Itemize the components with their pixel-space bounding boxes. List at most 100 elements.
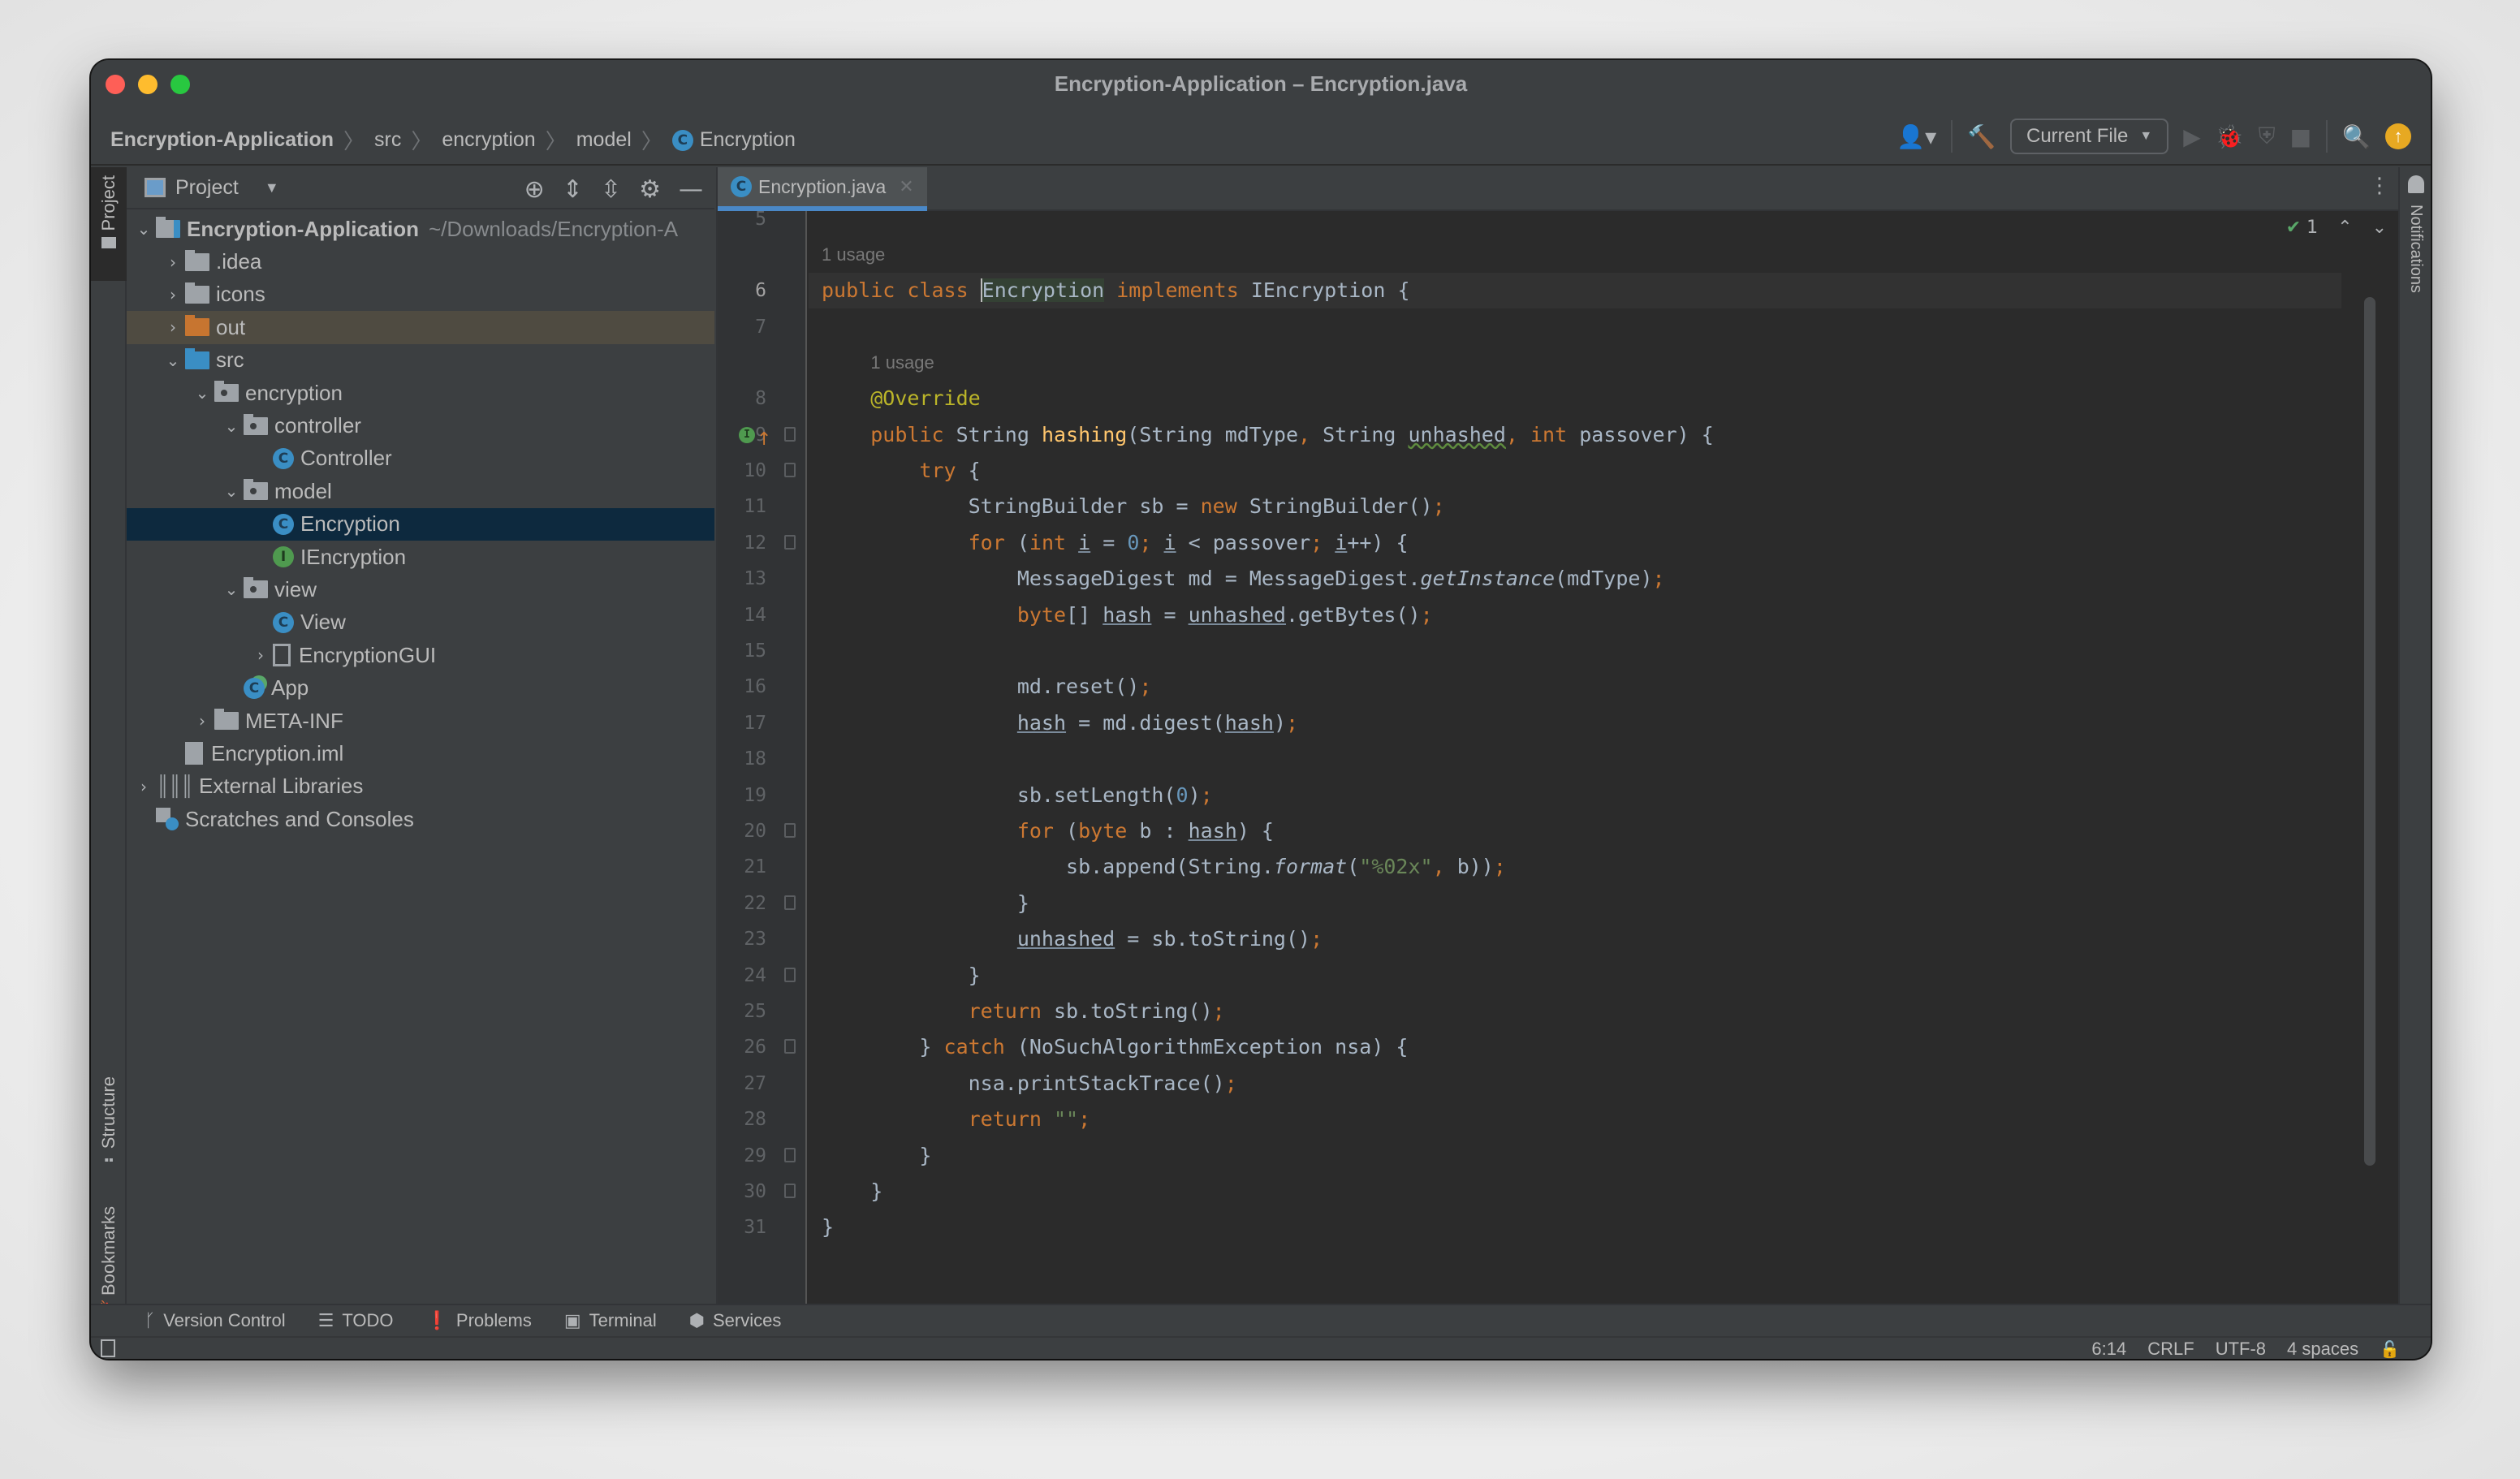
- tree-item[interactable]: C Controller: [127, 442, 714, 475]
- chevron-down-icon[interactable]: ⌄: [219, 481, 244, 501]
- usage-hint[interactable]: 1 usage: [870, 345, 934, 381]
- project-view-select[interactable]: Project: [175, 176, 239, 200]
- fold-marker-icon[interactable]: [784, 967, 796, 982]
- tree-item[interactable]: › EncryptionGUI: [127, 639, 714, 671]
- stripe-project-button[interactable]: Project: [91, 167, 127, 281]
- coverage-icon[interactable]: ⛨: [2259, 123, 2276, 150]
- locate-file-icon[interactable]: ⊕: [524, 175, 545, 204]
- chevron-down-icon[interactable]: ⌄: [219, 580, 244, 599]
- expand-all-icon[interactable]: ⇕: [563, 175, 583, 204]
- chevron-down-icon[interactable]: ▼: [265, 179, 279, 196]
- fold-marker-icon[interactable]: [784, 895, 796, 910]
- code-editor[interactable]: 5 1 usage 6 public class Encryption impleme…: [739, 209, 2341, 1304]
- tree-item[interactable]: Encryption.iml: [127, 737, 714, 770]
- line-number: 25: [744, 1001, 766, 1022]
- chevron-right-icon[interactable]: ›: [132, 777, 156, 796]
- tree-item[interactable]: ⌄ controller: [127, 409, 714, 442]
- code-line: 11 StringBuilder sb = new StringBuilder(…: [744, 489, 2341, 524]
- breadcrumb-item[interactable]: src: [374, 128, 401, 152]
- gear-icon[interactable]: ⚙: [639, 175, 661, 204]
- tree-item[interactable]: › ║║║ External Libraries: [127, 770, 714, 803]
- tree-item[interactable]: Scratches and Consoles: [127, 803, 714, 835]
- tree-item[interactable]: ⌄ model: [127, 475, 714, 507]
- tree-item[interactable]: I IEncryption: [127, 541, 714, 573]
- chevron-right-icon[interactable]: ›: [190, 711, 214, 731]
- chevron-down-icon[interactable]: ⌄: [190, 383, 214, 403]
- tree-item[interactable]: › icons: [127, 278, 714, 311]
- code-text: public String hashing(String mdType, Str…: [870, 422, 1714, 446]
- fold-marker-icon[interactable]: [784, 1147, 796, 1162]
- fold-marker-icon[interactable]: [784, 1184, 796, 1198]
- stripe-notifications-label[interactable]: Notifications: [2406, 205, 2425, 293]
- fold-marker-icon[interactable]: [784, 463, 796, 477]
- tree-item[interactable]: › .idea: [127, 245, 714, 278]
- chevron-down-icon[interactable]: ⌄: [132, 219, 156, 239]
- tree-item[interactable]: ⌄ Encryption-Application ~/Downloads/Encry…: [127, 213, 714, 245]
- tree-item[interactable]: › out: [127, 311, 714, 344]
- run-icon[interactable]: ▶: [2183, 123, 2201, 150]
- fold-marker-icon[interactable]: [784, 426, 796, 442]
- chevron-right-icon[interactable]: ›: [248, 645, 273, 665]
- usage-hint[interactable]: 1 usage: [822, 237, 885, 273]
- tree-item[interactable]: ⌄ encryption: [127, 377, 714, 409]
- toolbar-divider: [2326, 120, 2328, 153]
- tree-item-label: EncryptionGUI: [299, 642, 437, 667]
- debug-icon[interactable]: 🐞: [2216, 123, 2244, 150]
- next-highlight-icon[interactable]: ⌄: [2372, 218, 2387, 238]
- code-line: 30 }: [744, 1174, 2341, 1210]
- bell-icon[interactable]: [2408, 175, 2424, 193]
- code-line: 29 }: [744, 1138, 2341, 1174]
- file-encoding[interactable]: UTF-8: [2216, 1339, 2266, 1359]
- implements-method-icon[interactable]: I: [739, 426, 755, 443]
- hide-panel-icon[interactable]: —: [679, 175, 703, 204]
- inspection-widget[interactable]: ✔ 1 ⌃ ⌄: [2286, 218, 2387, 238]
- build-hammer-icon[interactable]: 🔨: [1967, 123, 1996, 150]
- tool-window-todo[interactable]: ☰ TODO: [318, 1310, 394, 1331]
- code-line: 15: [744, 633, 2341, 669]
- search-icon[interactable]: 🔍: [2342, 123, 2371, 150]
- fold-marker-icon[interactable]: [784, 1039, 796, 1054]
- collapse-all-icon[interactable]: ⇳: [601, 175, 621, 204]
- stripe-structure-button[interactable]: Structure ▪▪: [91, 1076, 127, 1190]
- tree-item[interactable]: ⌄ src: [127, 344, 714, 377]
- toggle-tool-windows-icon[interactable]: [101, 1339, 115, 1357]
- more-options-icon[interactable]: ⋮: [2369, 174, 2390, 198]
- run-configuration-select[interactable]: Current File ▼: [2010, 119, 2169, 154]
- chevron-down-icon[interactable]: ⌄: [219, 416, 244, 436]
- code-text: }: [822, 1215, 835, 1240]
- tool-window-services[interactable]: ⬢ Services: [689, 1310, 782, 1331]
- breadcrumb-item[interactable]: model: [576, 128, 632, 152]
- editor-scrollbar[interactable]: [2364, 297, 2375, 1166]
- fold-marker-icon[interactable]: [784, 823, 796, 838]
- update-icon[interactable]: ↑: [2385, 123, 2411, 149]
- unlock-icon[interactable]: 🔓: [2380, 1339, 2400, 1359]
- stop-icon[interactable]: ■: [2290, 123, 2311, 150]
- breadcrumb-item[interactable]: encryption: [442, 128, 535, 152]
- line-number: 10: [744, 460, 766, 481]
- fold-marker-icon[interactable]: [784, 534, 796, 550]
- tree-item[interactable]: C App: [127, 671, 714, 704]
- chevron-down-icon[interactable]: ⌄: [161, 351, 185, 370]
- line-number: 8: [755, 388, 766, 410]
- line-number: 30: [744, 1181, 766, 1202]
- close-tab-icon[interactable]: ✕: [899, 177, 913, 197]
- caret-position[interactable]: 6:14: [2091, 1339, 2126, 1359]
- tree-item[interactable]: C Encryption: [127, 507, 714, 541]
- tree-item[interactable]: › META-INF: [127, 705, 714, 737]
- line-separator[interactable]: CRLF: [2147, 1339, 2194, 1359]
- chevron-right-icon[interactable]: ›: [161, 285, 185, 304]
- chevron-right-icon[interactable]: ›: [161, 252, 185, 272]
- chevron-right-icon[interactable]: ›: [161, 317, 185, 337]
- tree-item[interactable]: ⌄ view: [127, 573, 714, 606]
- previous-highlight-icon[interactable]: ⌃: [2337, 218, 2352, 238]
- tool-window-problems[interactable]: ❗ Problems: [426, 1310, 532, 1331]
- breadcrumb-item[interactable]: C Encryption: [671, 128, 796, 152]
- tree-item[interactable]: C View: [127, 606, 714, 639]
- tree-item-label: icons: [216, 282, 265, 307]
- tool-window-version-control[interactable]: ᚴ Version Control: [145, 1310, 286, 1331]
- tool-window-terminal[interactable]: ▣ Terminal: [564, 1310, 657, 1331]
- breadcrumb-item[interactable]: Encryption-Application: [110, 128, 334, 152]
- todo-list-icon: ☰: [317, 1310, 334, 1331]
- indent-settings[interactable]: 4 spaces: [2287, 1339, 2358, 1359]
- vcs-user-icon[interactable]: 👤▾: [1896, 123, 1936, 150]
